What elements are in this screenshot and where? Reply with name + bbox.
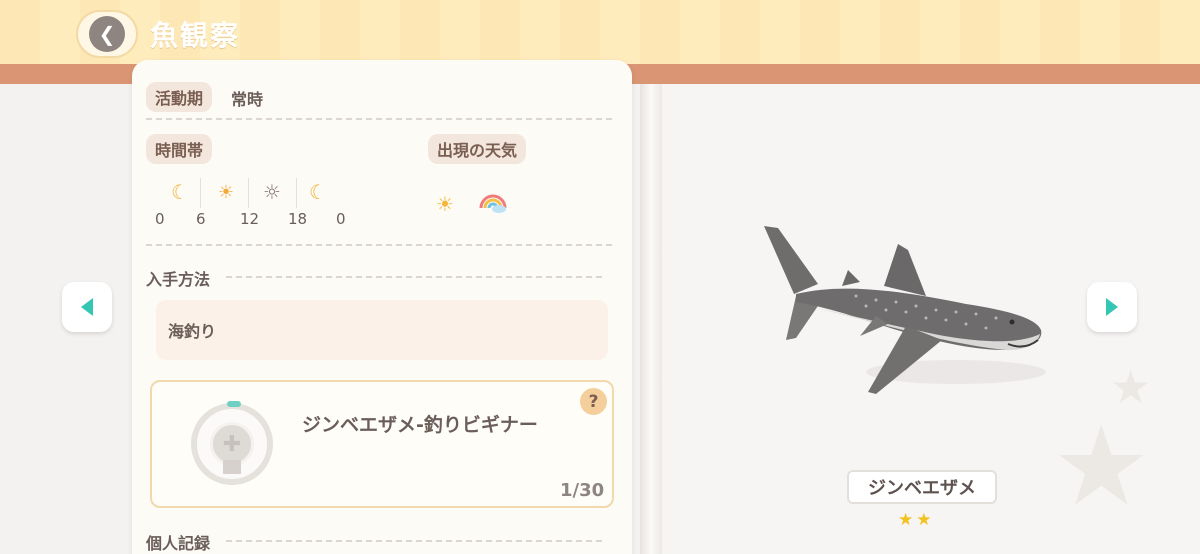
time-divider: [200, 178, 201, 208]
star-decoration-icon: ★: [1052, 402, 1151, 530]
fish-name-label: ジンベエザメ: [847, 470, 997, 504]
arrow-left-icon: [81, 298, 93, 316]
activity-value: 常時: [231, 90, 264, 109]
sunny-icon: ☀: [436, 192, 454, 216]
back-arrow-icon: ❮: [89, 16, 125, 52]
obtain-box: [156, 300, 608, 360]
help-button[interactable]: ?: [580, 388, 607, 415]
tick: 18: [288, 210, 308, 228]
medal-ribbon: [223, 460, 241, 474]
back-button[interactable]: ❮: [76, 10, 138, 58]
time-divider: [296, 178, 297, 208]
rainbow-icon: [478, 192, 508, 219]
activity-label: 活動期: [146, 82, 213, 112]
arrow-right-icon: [1106, 298, 1118, 316]
obtain-value: 海釣り: [168, 322, 217, 341]
whale-shark-image: [764, 226, 1046, 394]
divider: [226, 276, 602, 278]
tick: 6: [196, 210, 206, 228]
weather-label: 出現の天気: [428, 134, 527, 164]
divider: [146, 118, 612, 120]
next-button[interactable]: [1087, 282, 1137, 332]
divider: [146, 244, 612, 246]
medal-progress: [227, 401, 241, 407]
divider: [226, 540, 602, 542]
achievement-title: ジンベエザメ-釣りビギナー: [302, 414, 538, 436]
sun-icon: ☼: [263, 180, 281, 204]
tick: 12: [240, 210, 260, 228]
sunrise-icon: ☀: [217, 181, 235, 203]
moon-icon: ☾: [171, 180, 189, 204]
record-label: 個人記録: [146, 534, 211, 553]
achievement-count: 1/30: [560, 480, 605, 501]
rarity-stars-icon: ★★: [898, 510, 935, 530]
tick: 0: [336, 210, 346, 228]
moon-icon: ☾: [309, 180, 327, 204]
time-label: 時間帯: [146, 134, 213, 164]
obtain-label: 入手方法: [146, 270, 211, 289]
tick: 0: [155, 210, 165, 228]
page-title: 魚観察: [150, 19, 241, 52]
time-divider: [248, 178, 249, 208]
prev-button[interactable]: [62, 282, 112, 332]
book-spine: [640, 80, 662, 554]
